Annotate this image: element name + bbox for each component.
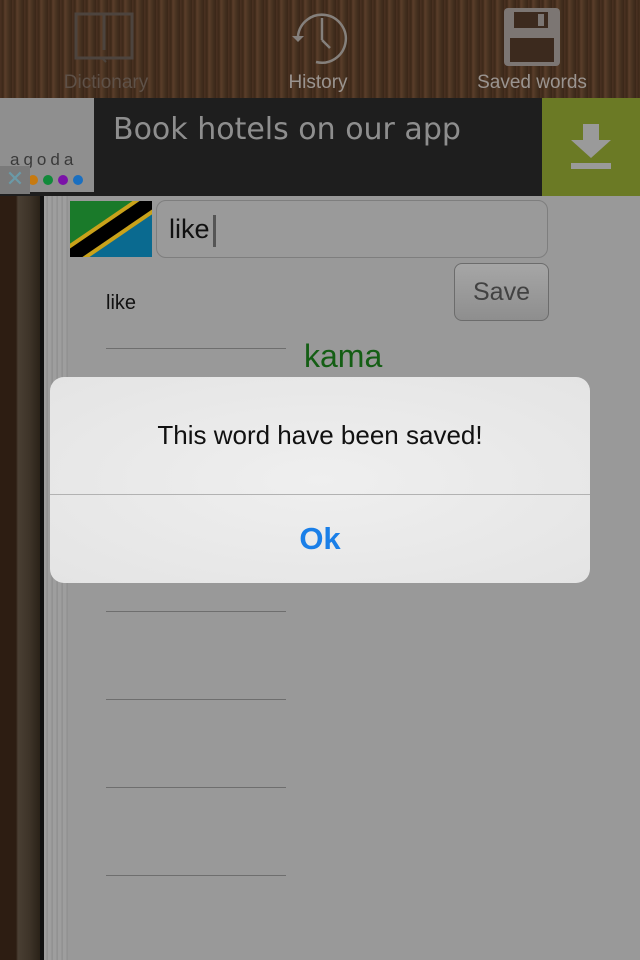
clock-history-icon — [292, 13, 348, 64]
wood-frame — [0, 196, 40, 960]
alert-dialog: This word have been saved! Ok — [50, 377, 590, 583]
brand-dot — [58, 175, 68, 185]
book-icon — [74, 12, 134, 63]
floppy-disk-icon — [504, 8, 560, 66]
tab-label: History — [288, 72, 348, 93]
ruled-line — [106, 611, 286, 612]
text-caret — [213, 215, 216, 247]
tab-dictionary[interactable]: Dictionary — [46, 0, 166, 98]
source-word: like — [106, 292, 137, 314]
tab-saved-words[interactable]: Saved words — [462, 0, 602, 98]
save-button[interactable]: Save — [454, 263, 549, 321]
ruled-line — [106, 875, 286, 876]
tab-bar: Dictionary History Saved words — [0, 0, 640, 98]
tab-label: Dictionary — [63, 72, 149, 93]
tab-label: Saved words — [477, 72, 587, 93]
tab-history[interactable]: History — [258, 0, 378, 98]
ad-banner[interactable]: agoda ✕ Book hotels on our app — [0, 98, 640, 196]
ruled-line — [106, 699, 286, 700]
ruled-line — [106, 348, 286, 349]
ruled-line — [106, 787, 286, 788]
brand-dot — [73, 175, 83, 185]
ad-text: Book hotels on our app — [113, 112, 461, 147]
close-icon[interactable]: ✕ — [0, 166, 30, 194]
download-button[interactable] — [542, 98, 640, 196]
translation-word: kama — [304, 338, 383, 374]
ok-button[interactable]: Ok — [50, 495, 590, 583]
alert-message: This word have been saved! — [157, 420, 483, 450]
search-input[interactable] — [169, 209, 529, 249]
search-field[interactable] — [156, 200, 548, 258]
flag-icon — [70, 201, 152, 257]
download-icon — [571, 124, 611, 169]
tanzania-flag[interactable] — [70, 201, 152, 257]
brand-dots — [28, 175, 83, 185]
brand-dot — [43, 175, 53, 185]
